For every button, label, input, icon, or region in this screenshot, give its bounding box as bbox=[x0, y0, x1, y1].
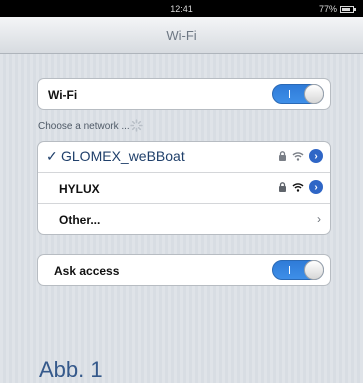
choose-network-label: Choose a network ... bbox=[38, 121, 130, 132]
network-row-glomex[interactable]: ✓ GLOMEX_weBBoat › bbox=[38, 142, 330, 173]
info-icon[interactable]: › bbox=[309, 149, 323, 163]
toggle-knob bbox=[304, 260, 324, 280]
checkmark-icon: ✓ bbox=[46, 148, 58, 164]
network-name: GLOMEX_weBBoat bbox=[61, 148, 185, 164]
navigation-bar: Wi-Fi bbox=[0, 17, 363, 54]
ask-access-row: Ask access bbox=[38, 255, 330, 285]
battery-indicator: 77% bbox=[318, 4, 356, 14]
toggle-on-mark bbox=[289, 266, 290, 274]
network-row-hylux[interactable]: HYLUX › bbox=[38, 173, 330, 204]
ask-access-toggle[interactable] bbox=[272, 260, 324, 280]
wifi-row: Wi-Fi bbox=[38, 79, 330, 109]
wifi-icon bbox=[292, 152, 304, 161]
figure-caption: Abb. 1 bbox=[39, 357, 103, 382]
battery-icon bbox=[340, 5, 356, 13]
spinner-icon bbox=[130, 119, 143, 132]
toggle-knob bbox=[304, 84, 324, 104]
ask-access-label: Ask access bbox=[54, 264, 120, 278]
wifi-toggle[interactable] bbox=[272, 84, 324, 104]
other-network-row[interactable]: Other... › bbox=[38, 204, 330, 234]
wifi-toggle-group: Wi-Fi bbox=[37, 78, 331, 110]
status-time: 12:41 bbox=[170, 4, 193, 14]
wifi-icon bbox=[292, 183, 304, 192]
wifi-label: Wi-Fi bbox=[48, 88, 78, 102]
ask-access-group: Ask access bbox=[37, 254, 331, 286]
other-network-label: Other... bbox=[59, 213, 101, 227]
chevron-right-icon: › bbox=[317, 212, 321, 226]
page-title: Wi-Fi bbox=[166, 28, 197, 43]
status-bar: 12:41 77% bbox=[0, 0, 363, 17]
network-icons: › bbox=[278, 149, 323, 163]
network-list: ✓ GLOMEX_weBBoat › HYLUX › Other... › bbox=[37, 141, 331, 235]
battery-percent: 77% bbox=[318, 4, 337, 14]
lock-icon bbox=[279, 182, 286, 192]
network-icons: › bbox=[278, 180, 323, 194]
toggle-on-mark bbox=[289, 90, 290, 98]
network-name: HYLUX bbox=[59, 182, 100, 196]
lock-icon bbox=[279, 151, 286, 161]
info-icon[interactable]: › bbox=[309, 180, 323, 194]
